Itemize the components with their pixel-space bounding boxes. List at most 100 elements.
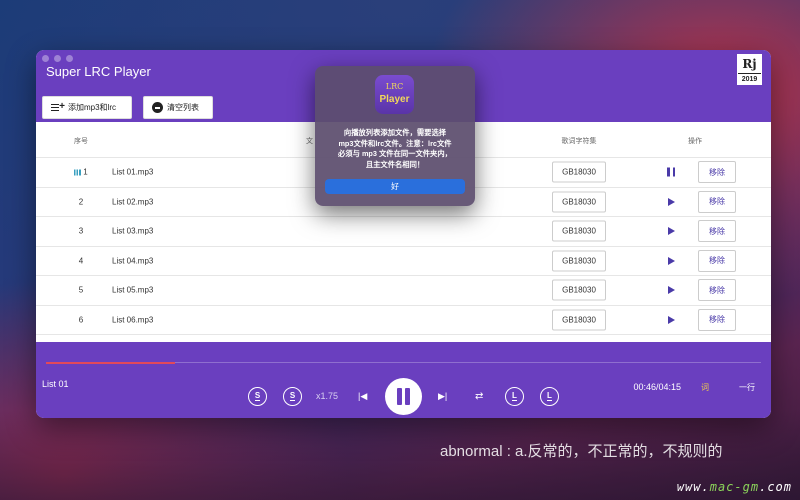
add-files-button[interactable]: 添加mp3和lrc [42,96,132,119]
row-index-text: 2 [78,197,84,207]
ok-button[interactable]: 好 [325,179,465,194]
loop-start-alt-button[interactable]: S [283,387,302,406]
remove-button[interactable]: 移除 [698,308,736,331]
developer-logo: Rj 2019 [737,54,762,85]
encoding-button[interactable]: GB18030 [552,220,606,242]
row-encoding: GB18030 [551,250,607,272]
row-index-text: 5 [78,285,84,295]
row-index-text: 3 [78,226,84,236]
remove-button[interactable]: 移除 [698,190,736,213]
table-row[interactable]: 5 List 05.mp3 GB18030 移除 [36,276,771,306]
close-window-button[interactable] [42,55,49,62]
encoding-button[interactable]: GB18030 [552,279,606,301]
loop-end-icon: L [512,391,517,401]
clear-list-label: 清空列表 [167,103,199,112]
remove-button[interactable]: 移除 [698,161,736,184]
app-icon: LRC Player [375,75,414,114]
dialog-message: 向播放列表添加文件，需要选择 mp3文件和lrc文件。注意：lrc文件 必须与 … [323,128,467,170]
encoding-button[interactable]: GB18030 [552,161,606,183]
playback-controls: S S x1.75 |◀ ▶| ⇄ L L 00:46/04:15 词 一行 [36,376,771,416]
next-track-icon[interactable]: ▶| [438,391,447,402]
repeat-icon[interactable]: ⇄ [475,391,483,402]
remove-button[interactable]: 移除 [698,249,736,272]
table-row[interactable]: 6 List 06.mp3 GB18030 移除 [36,306,771,335]
dialog-line: 向播放列表添加文件，需要选择 [343,128,447,137]
add-files-label: 添加mp3和lrc [68,103,117,112]
time-display: 00:46/04:15 [633,382,681,392]
play-icon[interactable] [668,197,675,206]
remove-button[interactable]: 移除 [698,220,736,243]
row-actions: 移除 [656,219,736,243]
row-filename: List 04.mp3 [112,256,154,266]
logo-initials: Rj [738,55,761,74]
loop-start-icon: S [254,391,261,401]
dialog-line: 必须与 mp3 文件在同一文件夹内， [338,149,452,158]
encoding-button[interactable]: GB18030 [552,250,606,272]
loop-end-button[interactable]: L [505,387,524,406]
window-controls [42,55,73,62]
loop-start-button[interactable]: S [248,387,267,406]
table-row[interactable]: 3 List 03.mp3 GB18030 移除 [36,217,771,247]
row-encoding: GB18030 [551,279,607,301]
play-icon[interactable] [668,315,675,324]
clear-list-button[interactable]: 清空列表 [143,96,213,119]
row-actions: 移除 [656,160,736,184]
dialog-line: 且主文件名相同！ [365,159,425,169]
app-title: Super LRC Player [46,64,151,79]
minimize-window-button[interactable] [54,55,61,62]
dialog-line: mp3文件和lrc文件。注意：lrc文件 [338,138,452,148]
row-encoding: GB18030 [551,161,607,183]
row-filename: List 06.mp3 [112,315,154,325]
table-row[interactable]: 4 List 04.mp3 GB18030 移除 [36,247,771,276]
playlist-add-icon [51,101,65,113]
loop-end-alt-button[interactable]: L [540,387,559,406]
watermark-brand: mac-gm [709,480,760,494]
logo-year: 2019 [741,76,758,83]
app-icon-bottom-text: Player [379,94,410,105]
zoom-window-button[interactable] [66,55,73,62]
row-index: 2 [74,197,88,206]
app-icon-top-text: LRC [385,82,404,91]
watermark: www.mac-gm.com [677,480,792,494]
row-filename: List 03.mp3 [112,226,154,236]
header-encoding: 歌词字符集 [561,137,597,145]
row-filename: List 02.mp3 [112,197,154,207]
progress-fill [46,361,175,364]
loop-start-alt-icon: S [289,391,296,401]
player-bar: List 01 S S x1.75 |◀ ▶| ⇄ L L 00:46/04:1… [36,342,771,418]
row-index: 1 [74,168,88,177]
remove-button[interactable]: 移除 [698,279,736,302]
lyric-caption: abnormal : a.反常的，不正常的，不规则的 [440,443,723,460]
row-actions: 移除 [656,249,736,273]
row-actions: 移除 [656,190,736,214]
play-icon[interactable] [668,286,675,295]
pause-button[interactable] [385,378,422,415]
row-index: 4 [74,256,88,265]
row-encoding: GB18030 [551,309,607,331]
watermark-suffix: .com [759,480,792,494]
row-encoding: GB18030 [551,220,607,242]
row-index: 6 [74,315,88,324]
header-actions: 操作 [688,137,702,145]
line-mode-button[interactable]: 一行 [739,382,755,393]
header-index: 序号 [74,137,88,145]
now-playing-icon [74,169,82,176]
play-icon[interactable] [668,256,675,265]
row-actions: 移除 [656,278,736,302]
play-icon[interactable] [668,227,675,236]
row-encoding: GB18030 [551,191,607,213]
progress-bar[interactable] [46,361,761,364]
encoding-button[interactable]: GB18030 [552,191,606,213]
header-file: 文 [306,137,313,145]
lyric-toggle-button[interactable]: 词 [701,382,709,393]
speed-button[interactable]: x1.75 [316,391,338,401]
pause-icon[interactable] [667,167,675,177]
info-dialog: LRC Player 向播放列表添加文件，需要选择 mp3文件和lrc文件。注意… [315,66,475,206]
row-index: 3 [74,227,88,236]
row-actions: 移除 [656,308,736,332]
watermark-prefix: www. [676,480,710,494]
previous-track-icon[interactable]: |◀ [358,391,367,402]
row-index: 5 [74,286,88,295]
row-index-text: 1 [83,167,88,177]
encoding-button[interactable]: GB18030 [552,309,606,331]
